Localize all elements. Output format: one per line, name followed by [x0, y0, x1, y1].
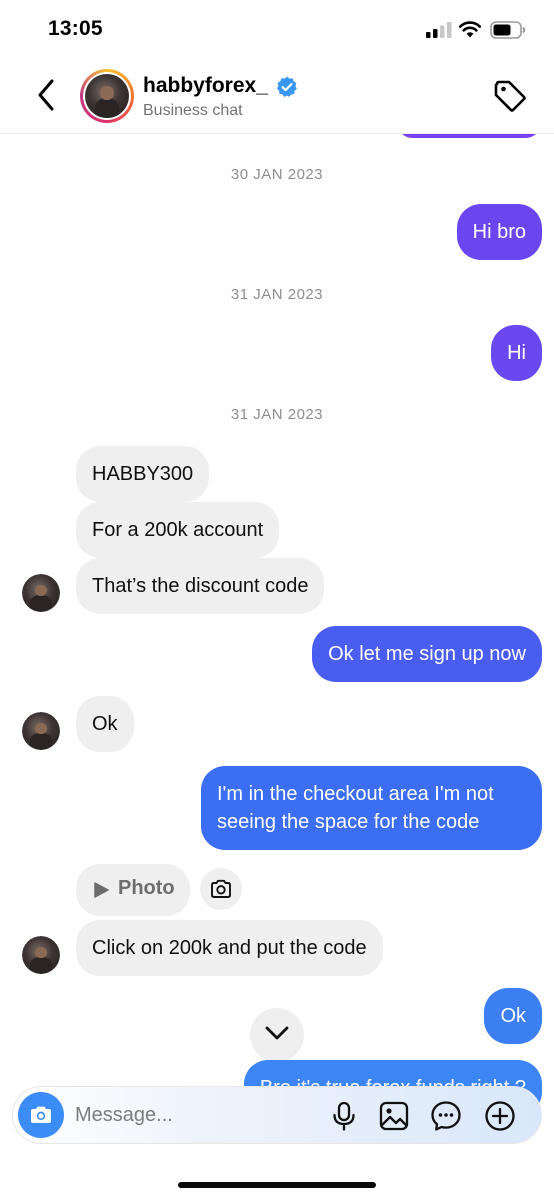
chat-username[interactable]: habbyforex_ [143, 74, 268, 98]
message-input[interactable] [75, 1100, 305, 1130]
scroll-to-bottom-button[interactable] [250, 1008, 304, 1062]
home-indicator[interactable] [178, 1182, 376, 1188]
date-divider: 30 JAN 2023 [230, 166, 324, 183]
date-divider: 31 JAN 2023 [230, 286, 324, 303]
battery-icon [490, 21, 526, 39]
microphone-icon[interactable] [327, 1099, 361, 1133]
outgoing-message[interactable]: I'm in the checkout area I'm not seeing … [201, 766, 542, 850]
incoming-message[interactable]: HABBY300 [76, 446, 210, 502]
back-chevron-icon[interactable] [34, 78, 60, 112]
play-icon [94, 882, 109, 898]
message-composer [12, 1086, 542, 1144]
sender-avatar[interactable] [22, 574, 60, 612]
photo-attachment-label: Photo [118, 877, 175, 899]
profile-photo [85, 74, 129, 118]
incoming-message[interactable]: Click on 200k and put the code [76, 920, 383, 976]
status-time: 13:05 [48, 17, 103, 40]
camera-button[interactable] [18, 1092, 64, 1138]
profile-avatar[interactable] [80, 69, 134, 123]
sender-avatar[interactable] [22, 936, 60, 974]
chat-subtitle: Business chat [143, 102, 243, 119]
sender-avatar[interactable] [22, 712, 60, 750]
camera-reply-button[interactable] [200, 868, 242, 910]
incoming-message[interactable]: For a 200k account [76, 502, 280, 558]
sticker-chat-icon[interactable] [429, 1099, 463, 1133]
chevron-down-icon [265, 1026, 289, 1040]
photo-attachment[interactable]: Photo [76, 864, 190, 916]
gallery-icon[interactable] [377, 1099, 411, 1133]
status-bar: 13:05 [0, 0, 554, 60]
message-thread[interactable]: 30 JAN 2023 Hi bro 31 JAN 2023 Hi 31 JAN… [0, 134, 554, 1200]
incoming-message[interactable]: Ok [76, 696, 134, 752]
outgoing-message[interactable]: Hi bro [456, 204, 542, 260]
chat-header: habbyforex_ Business chat [0, 60, 554, 134]
date-divider: 31 JAN 2023 [230, 406, 324, 423]
outgoing-message[interactable]: Ok let me sign up now [312, 626, 542, 682]
cellular-signal-icon [426, 22, 452, 38]
wifi-icon [458, 21, 482, 38]
camera-icon [31, 1106, 51, 1123]
plus-circle-icon[interactable] [483, 1099, 517, 1133]
verified-badge-icon [277, 76, 297, 97]
incoming-message[interactable]: That’s the discount code [76, 558, 325, 614]
outgoing-message[interactable]: Hi [491, 325, 542, 381]
camera-icon [211, 879, 231, 898]
previous-message-edge [398, 134, 540, 138]
outgoing-message[interactable]: Ok [484, 988, 542, 1044]
tag-icon[interactable] [492, 78, 528, 114]
